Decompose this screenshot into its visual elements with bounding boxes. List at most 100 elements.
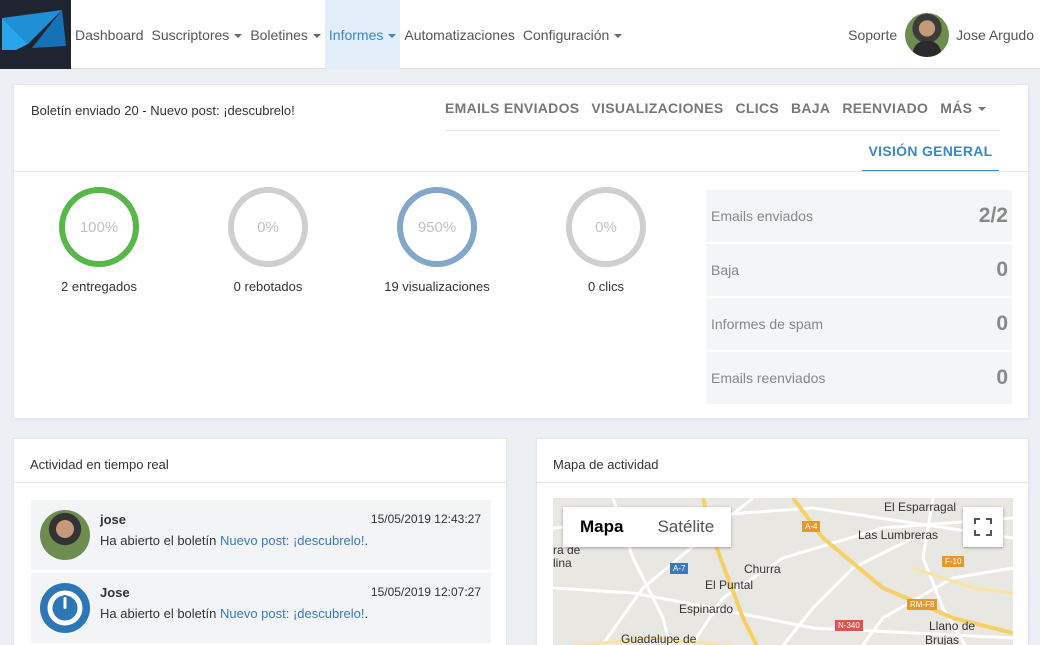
stat-row-spam: Informes de spam 0 bbox=[706, 298, 1012, 350]
map-type-control: Mapa Satélite bbox=[563, 507, 732, 547]
nav-item-label: Informes bbox=[328, 26, 384, 43]
activity-text-prefix: Ha abierto el boletín bbox=[100, 533, 220, 548]
map-place-label: Espinardo bbox=[679, 602, 734, 616]
newsletter-link[interactable]: Nuevo post: ¡descubrelo! bbox=[220, 533, 365, 548]
tab-vision-general[interactable]: VISIÓN GENERAL bbox=[862, 131, 999, 172]
metric-delivered: 100% 2 entregados bbox=[24, 187, 174, 294]
main-nav: Dashboard Suscriptores Boletines Informes Au… bbox=[71, 0, 626, 69]
map-place-label: El Esparragal bbox=[884, 500, 957, 514]
map-place-label: Churra bbox=[744, 562, 781, 576]
nav-item-informes[interactable]: Informes bbox=[324, 0, 401, 69]
stat-value: 2/2 bbox=[978, 204, 1008, 227]
nav-item-label: Automatizaciones bbox=[404, 26, 515, 43]
activity-user: Jose bbox=[100, 585, 130, 600]
road-badge: F-10 bbox=[942, 556, 965, 567]
nav-item-automatizaciones[interactable]: Automatizaciones bbox=[400, 0, 519, 69]
report-title: Boletín enviado 20 - Nuevo post: ¡descub… bbox=[31, 103, 295, 118]
tab-clics[interactable]: CLICS bbox=[735, 100, 779, 116]
list-item[interactable]: jose 15/05/2019 12:43:27 Ha abierto el b… bbox=[31, 500, 491, 570]
tab-emails-enviados[interactable]: EMAILS ENVIADOS bbox=[445, 100, 579, 116]
list-item[interactable]: Jose 15/05/2019 12:07:27 Ha abierto el b… bbox=[31, 573, 491, 643]
fullscreen-icon bbox=[974, 518, 992, 536]
chevron-down-icon bbox=[978, 106, 987, 111]
app-logo[interactable] bbox=[0, 0, 71, 69]
road-badge: N-340 bbox=[835, 620, 863, 631]
stat-value: 0 bbox=[996, 312, 1008, 335]
stat-label: Informes de spam bbox=[711, 316, 824, 332]
avatar bbox=[40, 583, 90, 633]
map-place-label: Llano de bbox=[929, 619, 976, 633]
map-place-label: El Puntal bbox=[705, 578, 754, 592]
activity-user: jose bbox=[100, 512, 127, 527]
realtime-activity-panel: Actividad en tiempo real jose 15/05/2019… bbox=[13, 438, 507, 645]
nav-item-suscriptores[interactable]: Suscriptores bbox=[148, 0, 247, 69]
stat-label: Emails enviados bbox=[711, 208, 813, 224]
envelope-logo-icon bbox=[2, 10, 66, 50]
avatar bbox=[40, 510, 90, 560]
map-place-label: Las Lumbreras bbox=[858, 528, 939, 542]
tab-mas-label: MÁS bbox=[940, 99, 973, 116]
panel-title: Actividad en tiempo real bbox=[30, 457, 169, 472]
activity-time: 15/05/2019 12:07:27 bbox=[370, 585, 481, 599]
metric-views: 950% 19 visualizaciones bbox=[362, 187, 512, 294]
report-overview-panel: Boletín enviado 20 - Nuevo post: ¡descub… bbox=[13, 84, 1029, 419]
stat-label: Baja bbox=[711, 262, 740, 278]
satellite-view-button[interactable]: Satélite bbox=[640, 507, 731, 547]
tab-baja[interactable]: BAJA bbox=[791, 100, 830, 116]
activity-text-prefix: Ha abierto el boletín bbox=[100, 606, 220, 621]
stat-row-emails-sent: Emails enviados 2/2 bbox=[706, 190, 1012, 242]
ring-chart: 950% bbox=[397, 187, 477, 267]
newsletter-link[interactable]: Nuevo post: ¡descubrelo! bbox=[220, 606, 365, 621]
ring-chart: 0% bbox=[228, 187, 308, 267]
support-link[interactable]: Soporte bbox=[848, 27, 897, 43]
map-view-button[interactable]: Mapa bbox=[563, 507, 640, 547]
chevron-down-icon bbox=[234, 33, 243, 38]
nav-item-label: Dashboard bbox=[75, 26, 144, 43]
stat-row-forwarded: Emails reenviados 0 bbox=[706, 352, 1012, 404]
activity-map[interactable]: ra de lina El Esparragal Las Lumbreras C… bbox=[553, 498, 1013, 645]
ring-chart: 0% bbox=[566, 187, 646, 267]
user-avatar[interactable] bbox=[905, 12, 950, 57]
chevron-down-icon bbox=[388, 33, 397, 38]
activity-text: Ha abierto el boletín Nuevo post: ¡descu… bbox=[100, 533, 368, 548]
user-name[interactable]: Jose Argudo bbox=[956, 27, 1034, 43]
metric-label: 0 clics bbox=[587, 279, 625, 294]
power-logo-icon bbox=[47, 590, 83, 626]
metric-label: 0 rebotados bbox=[233, 279, 303, 294]
chevron-down-icon bbox=[614, 33, 623, 38]
nav-item-boletines[interactable]: Boletines bbox=[246, 0, 325, 69]
stats-list: Emails enviados 2/2 Baja 0 Informes de s… bbox=[706, 190, 1012, 406]
metric-label: 19 visualizaciones bbox=[384, 279, 490, 294]
activity-text-suffix: . bbox=[364, 606, 369, 621]
chevron-down-icon bbox=[312, 33, 321, 38]
map-place-label: lina bbox=[553, 556, 572, 570]
stat-label: Emails reenviados bbox=[711, 370, 826, 386]
metric-bounced: 0% 0 rebotados bbox=[193, 187, 343, 294]
divider bbox=[14, 171, 1028, 172]
road-badge: A-4 bbox=[802, 521, 821, 532]
stat-row-unsubscribe: Baja 0 bbox=[706, 244, 1012, 296]
tab-reenviado[interactable]: REENVIADO bbox=[842, 100, 928, 116]
map-place-label: Guadalupe de bbox=[621, 632, 697, 645]
tab-mas[interactable]: MÁS bbox=[940, 99, 987, 116]
fullscreen-button[interactable] bbox=[963, 507, 1003, 547]
tab-visualizaciones[interactable]: VISUALIZACIONES bbox=[591, 100, 723, 116]
nav-item-label: Boletines bbox=[250, 26, 308, 43]
panel-title: Mapa de actividad bbox=[553, 457, 659, 472]
report-tabs: EMAILS ENVIADOS VISUALIZACIONES CLICS BA… bbox=[445, 85, 999, 172]
road-badge: RM-F8 bbox=[907, 599, 938, 610]
nav-item-configuraci-n[interactable]: Configuración bbox=[519, 0, 626, 69]
nav-item-label: Configuración bbox=[522, 26, 610, 43]
road-badge: A-7 bbox=[670, 563, 689, 574]
metric-clicks: 0% 0 clics bbox=[531, 187, 681, 294]
nav-item-dashboard[interactable]: Dashboard bbox=[71, 0, 148, 69]
metric-label: 2 entregados bbox=[61, 279, 137, 294]
map-place-label: Brujas bbox=[925, 633, 960, 645]
ring-chart: 100% bbox=[59, 187, 139, 267]
nav-item-label: Suscriptores bbox=[151, 26, 230, 43]
activity-time: 15/05/2019 12:43:27 bbox=[370, 512, 481, 526]
activity-text-suffix: . bbox=[364, 533, 369, 548]
stat-value: 0 bbox=[996, 366, 1008, 389]
activity-map-panel: Mapa de actividad ra de lina El Esparrag… bbox=[536, 438, 1029, 645]
stat-value: 0 bbox=[996, 258, 1008, 281]
